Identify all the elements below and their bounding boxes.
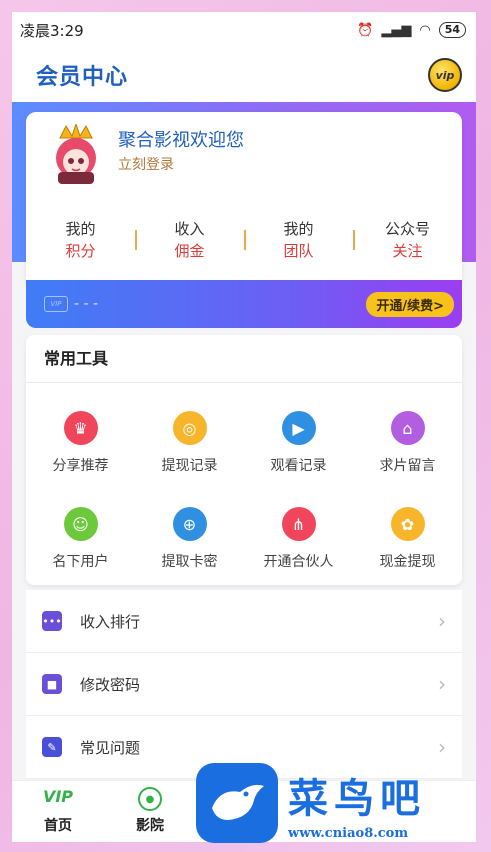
stat-label: 我的: [283, 220, 314, 238]
chevron-right-icon: ›: [438, 735, 446, 759]
nav-label: 首页: [44, 818, 72, 834]
list-item-label: 修改密码: [80, 675, 141, 694]
tool-partner[interactable]: ⋔ 开通合伙人: [244, 493, 353, 589]
chevron-right-icon: ›: [438, 609, 446, 633]
status-icons: ⏰ ▂▄▆ ◠ 54: [357, 22, 466, 38]
stat-sublabel: 关注: [392, 242, 423, 260]
network-icon: ⋔: [281, 507, 316, 541]
tool-label: 开通合伙人: [263, 554, 334, 570]
watermark-text: 菜鸟吧 www.cniao8.com: [288, 766, 426, 841]
tools-card: 常用工具 ♛ 分享推荐 ◎ 提现记录 ▶ 观看记录 ⌂ 求片留言 ☺ 名下用户: [26, 335, 462, 585]
stat-points[interactable]: 我的 积分: [26, 218, 135, 268]
chevron-right-icon: ›: [438, 672, 446, 696]
status-time: 凌晨3:29: [20, 21, 84, 40]
vip-status-text: - - -: [74, 296, 99, 312]
bird-logo-icon: [196, 763, 278, 843]
tool-label: 观看记录: [270, 458, 327, 474]
tools-grid: ♛ 分享推荐 ◎ 提现记录 ▶ 观看记录 ⌂ 求片留言 ☺ 名下用户 ⊕ 提取卡…: [26, 383, 462, 589]
tool-watch-history[interactable]: ▶ 观看记录: [244, 397, 353, 493]
nav-label: 影院: [136, 818, 164, 834]
login-link[interactable]: 立刻登录: [118, 154, 174, 174]
tool-label: 名下用户: [52, 554, 109, 570]
stat-wechat[interactable]: 公众号 关注: [353, 218, 462, 268]
watermark: 菜鸟吧 www.cniao8.com: [196, 762, 478, 844]
coins-icon: ◎: [172, 411, 207, 445]
stat-team[interactable]: 我的 团队: [244, 218, 353, 268]
stats-row: 我的 积分 收入 佣金 我的 团队 公众号 关注: [26, 218, 462, 268]
list-item-label: 收入排行: [80, 612, 141, 631]
vip-status: VIP - - -: [44, 296, 98, 312]
list-item-change-password[interactable]: ■ 修改密码 ›: [26, 653, 462, 716]
alarm-icon: ⏰: [357, 22, 374, 38]
nav-cinema[interactable]: ● 影院: [104, 781, 196, 842]
list-item-label: 常见问题: [80, 738, 141, 757]
user-card-icon: ☺: [63, 507, 98, 541]
stat-sublabel: 积分: [65, 242, 96, 260]
signal-icon: ▂▄▆: [381, 22, 412, 38]
nav-home[interactable]: VIP 首页: [12, 781, 104, 842]
watermark-title: 菜鸟吧: [288, 774, 426, 822]
wifi-icon: ◠: [419, 22, 431, 38]
tool-label: 分享推荐: [52, 458, 109, 474]
store-icon: ⌂: [390, 411, 425, 445]
tv-icon: ▶: [281, 411, 316, 445]
phone-screen: 凌晨3:29 ⏰ ▂▄▆ ◠ 54 会员中心 vip 聚合影视欢迎您 立刻登录 …: [12, 12, 476, 842]
stat-commission[interactable]: 收入 佣金: [135, 218, 244, 268]
film-reel-icon: ●: [138, 787, 162, 811]
tool-request-movie[interactable]: ⌂ 求片留言: [353, 397, 462, 493]
battery-icon: 54: [438, 22, 466, 38]
tool-cash-withdraw[interactable]: ✿ 现金提现: [353, 493, 462, 589]
stat-label: 公众号: [384, 220, 430, 238]
lock-icon: ⊕: [172, 507, 207, 541]
app-header: 会员中心 vip: [12, 48, 476, 102]
tool-share[interactable]: ♛ 分享推荐: [26, 397, 135, 493]
padlock-icon: ■: [42, 674, 62, 694]
page-title: 会员中心: [36, 65, 129, 90]
tool-extract-code[interactable]: ⊕ 提取卡密: [135, 493, 244, 589]
avatar[interactable]: [48, 124, 104, 186]
list-item-income-ranking[interactable]: ••• 收入排行 ›: [26, 590, 462, 653]
vip-strip: VIP - - - 开通/续费>: [26, 280, 462, 328]
stat-label: 收入: [174, 220, 205, 238]
edit-doc-icon: ✎: [42, 737, 62, 757]
stat-sublabel: 团队: [283, 242, 314, 260]
profile-card: 聚合影视欢迎您 立刻登录 我的 积分 收入 佣金 我的 团队 公众号 关注: [26, 112, 462, 288]
tool-label: 提取卡密: [161, 554, 218, 570]
watermark-url: www.cniao8.com: [288, 825, 409, 841]
crown-icon: ♛: [63, 411, 98, 445]
tool-label: 求片留言: [379, 458, 436, 474]
tool-my-users[interactable]: ☺ 名下用户: [26, 493, 135, 589]
status-bar: 凌晨3:29 ⏰ ▂▄▆ ◠ 54: [12, 12, 476, 48]
vip-card-icon: VIP: [44, 296, 68, 312]
chat-dots-icon: •••: [42, 611, 62, 631]
welcome-text: 聚合影视欢迎您: [118, 130, 244, 151]
tool-withdraw-records[interactable]: ◎ 提现记录: [135, 397, 244, 493]
renew-button[interactable]: 开通/续费>: [366, 291, 454, 317]
tool-label: 现金提现: [379, 554, 436, 570]
vip-badge-icon[interactable]: vip: [428, 58, 462, 92]
vip-tab-icon: VIP: [42, 787, 74, 806]
stat-label: 我的: [65, 220, 96, 238]
stat-sublabel: 佣金: [174, 242, 205, 260]
tools-title: 常用工具: [26, 335, 462, 383]
gear-icon: ✿: [390, 507, 425, 541]
settings-list: ••• 收入排行 › ■ 修改密码 › ✎ 常见问题 ›: [26, 590, 462, 779]
tool-label: 提现记录: [161, 458, 218, 474]
